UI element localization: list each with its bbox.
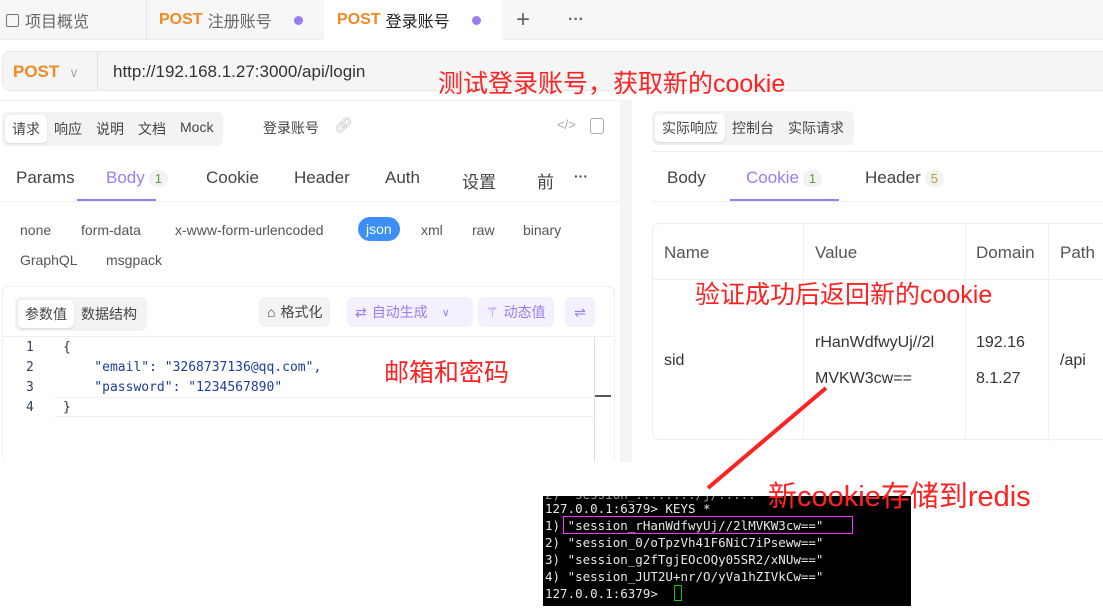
annotation: 测试登录账号，获取新的cookie [438,70,786,98]
annotation: 验证成功后返回新的cookie [695,281,993,309]
annotation: 新cookie存储到redis [768,481,1031,513]
annotation: 邮箱和密码 [384,359,510,387]
